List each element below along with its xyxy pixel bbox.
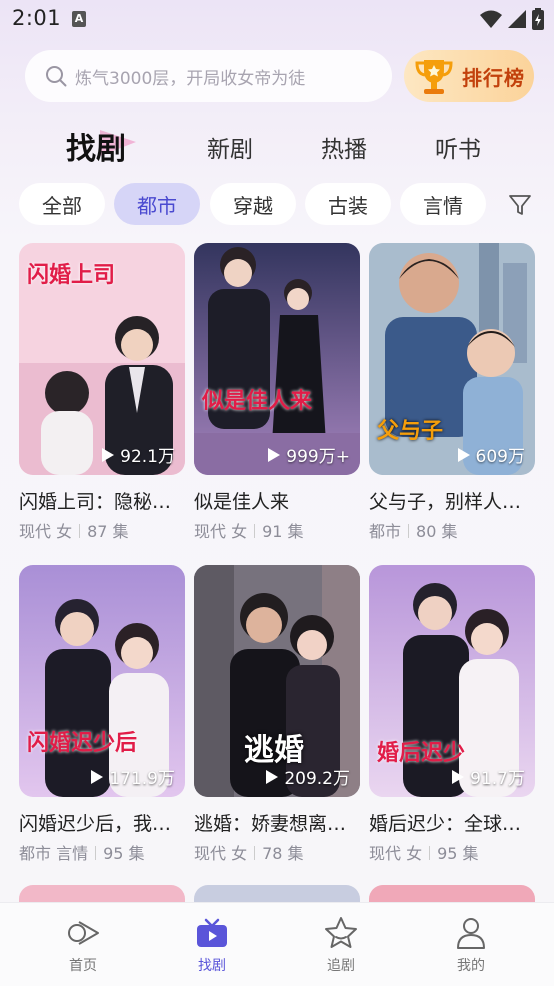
chip-time-travel[interactable]: 穿越 (210, 183, 296, 225)
main-tabs: 找剧 新剧 热播 听书 (0, 122, 554, 172)
drama-poster[interactable]: 逃婚 209.2万 (194, 565, 360, 797)
play-icon (452, 769, 465, 784)
play-icon (268, 447, 281, 462)
drama-meta: 都市 言情 95 集 (19, 840, 145, 864)
drama-poster[interactable]: 闪婚上司 92.1万 (19, 243, 185, 475)
trophy-icon (415, 60, 453, 94)
drama-tags: 现代 女 (19, 522, 73, 541)
poster-title: 婚后迟少 (377, 741, 466, 766)
ranking-label: 排行榜 (462, 65, 525, 90)
category-chips: 全部 都市 穿越 古装 言情 (0, 183, 554, 227)
nav-find-drama[interactable]: 找剧 (172, 915, 252, 975)
status-time: 2:01 (12, 6, 62, 30)
star-icon (325, 917, 357, 948)
episode-count: 91 集 (262, 522, 304, 541)
drama-meta: 现代 女 95 集 (369, 840, 479, 864)
play-icon (457, 447, 470, 462)
bottom-nav: 首页 找剧 追剧 我的 (0, 902, 554, 986)
drama-meta: 现代 女 91 集 (194, 518, 304, 542)
play-icon (266, 769, 279, 784)
search-placeholder: 炼气3000层，开局收女帝为徒 (75, 68, 306, 89)
chip-romance[interactable]: 言情 (400, 183, 486, 225)
drama-title[interactable]: 父与子，别样人… (369, 487, 539, 514)
drama-tags: 都市 (369, 522, 402, 541)
chip-costume[interactable]: 古装 (305, 183, 391, 225)
drama-title[interactable]: 似是佳人来 (194, 487, 364, 514)
view-count: 999万+ (268, 442, 350, 467)
drama-title[interactable]: 婚后迟少：全球… (369, 809, 539, 836)
view-count-text: 999万+ (286, 447, 350, 467)
episode-count: 95 集 (103, 844, 145, 863)
nav-home[interactable]: 首页 (43, 915, 123, 975)
drama-title[interactable]: 闪婚上司：隐秘… (19, 487, 189, 514)
wifi-icon (480, 10, 502, 28)
battery-icon (532, 8, 544, 30)
drama-meta: 现代 女 87 集 (19, 518, 129, 542)
filter-icon[interactable] (508, 193, 532, 217)
poster-title: 似是佳人来 (202, 389, 313, 414)
drama-title[interactable]: 闪婚迟少后，我… (19, 809, 189, 836)
search-icon (46, 66, 67, 87)
view-count-text: 91.7万 (470, 769, 525, 789)
poster-title: 闪婚上司 (27, 263, 116, 288)
tab-new-drama[interactable]: 新剧 (207, 130, 253, 164)
user-icon (457, 918, 485, 949)
episode-count: 95 集 (437, 844, 479, 863)
status-bar: 2:01 A (0, 0, 554, 38)
drama-tags: 现代 女 (194, 844, 248, 863)
home-play-icon (68, 921, 99, 945)
drama-poster[interactable]: 似是佳人来 999万+ (194, 243, 360, 475)
nav-following[interactable]: 追剧 (301, 915, 381, 975)
tv-icon (197, 918, 227, 947)
drama-tags: 都市 言情 (19, 844, 89, 863)
ranking-button[interactable]: 排行榜 (404, 50, 534, 102)
play-icon (102, 447, 115, 462)
drama-tags: 现代 女 (369, 844, 423, 863)
signal-icon (508, 10, 526, 28)
tab-find-drama[interactable]: 找剧 (66, 124, 126, 168)
drama-meta: 现代 女 78 集 (194, 840, 304, 864)
drama-tags: 现代 女 (194, 522, 248, 541)
poster-title: 父与子 (377, 419, 444, 444)
view-count: 209.2万 (266, 764, 350, 789)
play-icon (91, 769, 104, 784)
view-count-text: 92.1万 (120, 447, 175, 467)
chip-all[interactable]: 全部 (19, 183, 105, 225)
view-count-text: 171.9万 (109, 769, 175, 789)
drama-poster[interactable]: 婚后迟少 91.7万 (369, 565, 535, 797)
poster-title: 逃婚 (244, 733, 304, 768)
search-bar[interactable]: 炼气3000层，开局收女帝为徒 (25, 50, 392, 102)
drama-poster[interactable]: 闪婚迟少后 171.9万 (19, 565, 185, 797)
nav-label: 找剧 (198, 958, 226, 974)
tab-hot[interactable]: 热播 (321, 130, 367, 164)
nav-label: 首页 (69, 958, 97, 974)
view-count: 92.1万 (102, 442, 175, 467)
drama-meta: 都市 80 集 (369, 518, 457, 542)
chip-urban[interactable]: 都市 (114, 183, 200, 225)
view-count-text: 609万 (475, 447, 525, 467)
drama-poster[interactable]: 父与子 609万 (369, 243, 535, 475)
notification-icon: A (72, 11, 86, 27)
status-icons (480, 8, 544, 30)
episode-count: 78 集 (262, 844, 304, 863)
episode-count: 87 集 (87, 522, 129, 541)
view-count: 609万 (457, 442, 525, 467)
nav-label: 我的 (457, 958, 485, 974)
tab-audiobook[interactable]: 听书 (435, 130, 481, 164)
drama-title[interactable]: 逃婚：娇妻想离… (194, 809, 364, 836)
view-count: 171.9万 (91, 764, 175, 789)
nav-label: 追剧 (327, 958, 355, 974)
poster-title: 闪婚迟少后 (27, 731, 138, 756)
view-count-text: 209.2万 (284, 769, 350, 789)
episode-count: 80 集 (416, 522, 458, 541)
nav-profile[interactable]: 我的 (431, 915, 511, 975)
view-count: 91.7万 (452, 764, 525, 789)
